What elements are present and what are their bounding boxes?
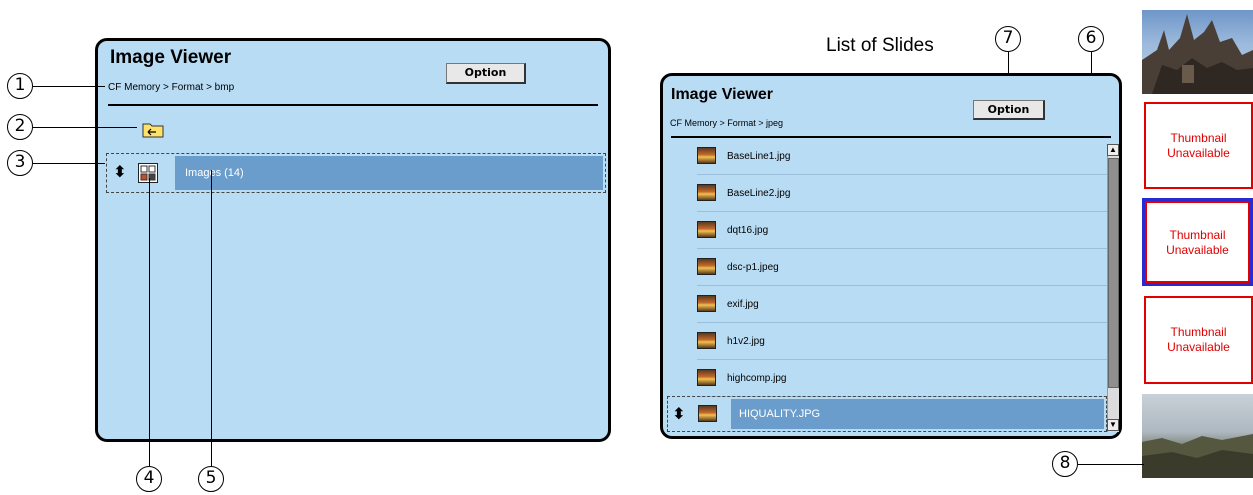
cityscape-photo-thumbnail[interactable]: [1142, 394, 1253, 478]
image-file-icon: [697, 295, 716, 312]
file-name: exif.jpg: [727, 299, 759, 310]
callout-3-leader: [33, 163, 105, 164]
right-option-button[interactable]: Option: [973, 100, 1045, 120]
left-image-viewer-panel: Image Viewer CF Memory > Format > bmp Op…: [95, 38, 611, 442]
grid-view-icon[interactable]: [138, 163, 158, 183]
file-name: highcomp.jpg: [727, 373, 787, 384]
file-row[interactable]: BaseLine1.jpg: [697, 138, 1107, 175]
file-row[interactable]: exif.jpg: [697, 286, 1107, 323]
thumbnail-unavailable-text: Thumbnail Unavailable: [1167, 131, 1230, 160]
file-row[interactable]: BaseLine2.jpg: [697, 175, 1107, 212]
image-file-icon: [697, 369, 716, 386]
up-down-arrows-icon[interactable]: ⬍: [672, 406, 686, 422]
left-breadcrumb: CF Memory > Format > bmp: [108, 82, 235, 93]
callout-7: 7: [995, 26, 1021, 52]
callout-4-leader: [149, 178, 150, 466]
images-folder-label: Images (14): [185, 167, 244, 179]
file-row[interactable]: highcomp.jpg: [697, 360, 1107, 397]
image-file-icon: [697, 147, 716, 164]
vertical-scrollbar[interactable]: ▲ ▼: [1107, 144, 1119, 432]
list-of-slides-caption: List of Slides: [826, 35, 934, 56]
file-name: h1v2.jpg: [727, 336, 765, 347]
file-row[interactable]: dsc-p1.jpeg: [697, 249, 1107, 286]
left-panel-title: Image Viewer: [110, 47, 232, 68]
selected-file-row[interactable]: ⬍ HIQUALITY.JPG: [667, 396, 1107, 432]
left-header-rule: [108, 104, 598, 106]
image-file-icon: [697, 332, 716, 349]
thumbnail-unavailable-3[interactable]: Thumbnail Unavailable: [1144, 296, 1253, 384]
left-option-button[interactable]: Option: [446, 63, 526, 84]
file-row[interactable]: h1v2.jpg: [697, 323, 1107, 360]
callout-6: 6: [1078, 26, 1104, 52]
right-image-viewer-panel: Image Viewer CF Memory > Format > jpeg O…: [660, 73, 1122, 439]
right-panel-title: Image Viewer: [671, 86, 773, 103]
callout-3: 3: [7, 150, 33, 176]
up-folder-icon[interactable]: [142, 121, 164, 138]
images-folder-item[interactable]: Images (14): [175, 156, 603, 190]
scroll-up-arrow-icon[interactable]: ▲: [1107, 144, 1119, 156]
image-file-icon: [697, 184, 716, 201]
scrollbar-thumb[interactable]: [1108, 158, 1119, 388]
callout-5: 5: [198, 466, 224, 492]
right-breadcrumb: CF Memory > Format > jpeg: [670, 118, 784, 128]
file-row[interactable]: dqt16.jpg: [697, 212, 1107, 249]
thumbnail-unavailable-1[interactable]: Thumbnail Unavailable: [1144, 102, 1253, 189]
file-name: BaseLine2.jpg: [727, 188, 791, 199]
callout-1: 1: [7, 73, 33, 99]
callout-2-leader: [33, 127, 137, 128]
image-file-icon: [697, 258, 716, 275]
file-name: BaseLine1.jpg: [727, 151, 791, 162]
callout-2: 2: [7, 114, 33, 140]
thumbnail-unavailable-text: Thumbnail Unavailable: [1167, 325, 1230, 354]
callout-5-leader: [211, 170, 212, 466]
callout-4: 4: [136, 466, 162, 492]
image-file-icon: [698, 405, 717, 422]
left-selected-row[interactable]: ⬍ Images (14): [106, 153, 606, 193]
cathedral-photo-thumbnail[interactable]: [1142, 10, 1253, 94]
callout-1-leader: [33, 86, 105, 87]
selected-file-name: HIQUALITY.JPG: [739, 408, 821, 420]
scroll-down-arrow-icon[interactable]: ▼: [1107, 419, 1119, 431]
callout-8: 8: [1052, 451, 1078, 477]
image-file-icon: [697, 221, 716, 238]
file-list: BaseLine1.jpg BaseLine2.jpg dqt16.jpg ds…: [663, 138, 1107, 438]
thumbnail-unavailable-active[interactable]: Thumbnail Unavailable: [1142, 198, 1253, 286]
up-down-arrows-icon[interactable]: ⬍: [113, 164, 127, 180]
callout-8-leader: [1078, 464, 1144, 465]
file-name: dqt16.jpg: [727, 225, 769, 236]
selected-file-bar[interactable]: HIQUALITY.JPG: [731, 399, 1104, 429]
file-name: dsc-p1.jpeg: [727, 262, 779, 273]
thumbnail-unavailable-text: Thumbnail Unavailable: [1166, 228, 1229, 257]
